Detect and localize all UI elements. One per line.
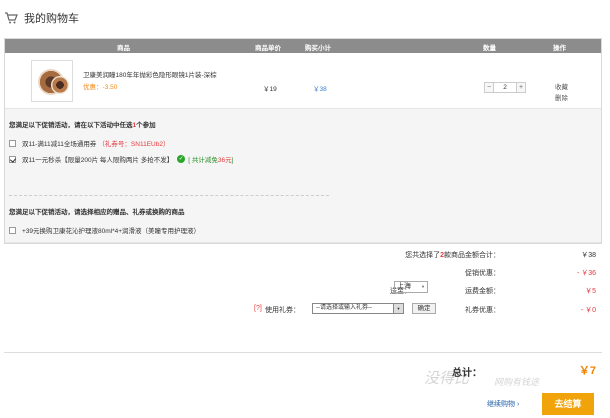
lens-image [51,76,69,94]
promo-option-label: +39元换购卫康花沁护理液80ml*4+润滑液（美瞳专用护理液） [22,228,201,235]
savings-amount: 36元 [217,157,232,164]
summary-coupon-discount: 礼券优惠： - ￥0 [0,305,610,317]
coupon-code: （礼券号：SN11EUb2） [98,141,170,148]
promo-title-text: 个参加 [136,122,156,129]
page-title: 我的购物车 [24,13,79,25]
product-price: ￥19 [263,86,277,93]
promo-checkbox[interactable] [9,139,16,147]
promo-checkbox[interactable] [9,155,16,163]
qty-input[interactable]: 2 [494,82,516,93]
check-circle-icon: ✓ [177,155,186,163]
product-subtotal: ￥38 [313,86,327,93]
divider [4,352,602,353]
summary-text: 您共选择了 [405,252,441,259]
promo-savings: [ 共计减免36元] [188,154,233,164]
page-header: 我的购物车 [4,8,79,28]
col-header-subtotal: 购买小计 [305,45,331,52]
favorite-link[interactable]: 收藏 [555,81,568,91]
summary-label: 促销优惠： [465,270,500,277]
quantity-stepper: − 2 + [484,82,526,93]
product-promo: 优惠：-3.50 [83,84,118,91]
savings-text: [ 共计减免 [188,157,218,164]
summary-shipping: 运费金额： ￥5 [0,286,610,298]
promo-option-coupon[interactable]: 双11-满11减11全场通用券 （礼券号：SN11EUb2） [9,138,169,148]
summary-value: - ￥36 [576,270,596,277]
qty-decrease-button[interactable]: − [484,82,494,93]
col-header-price: 商品单价 [255,45,281,52]
promo-option-flash-sale[interactable]: 双11一元秒杀【限量200片 每人限购两片 多抢不发】 ✓ [ 共计减免36元] [9,154,233,164]
cart-table: 商品 商品单价 购买小计 数量 操作 卫康美润瞳180年年抛彩色隐形眼镜1片装-… [4,38,602,244]
product-name-link[interactable]: 卫康美润瞳180年年抛彩色隐形眼镜1片装-深棕 [83,69,243,79]
promo-title-text: 您满足以下促销活动，请在以下活动中任选 [9,122,133,129]
col-header-product: 商品 [117,45,130,52]
promo-checkbox[interactable] [9,226,16,234]
promo-option-addon[interactable]: +39元换购卫康花沁护理液80ml*4+润滑液（美瞳专用护理液） [9,225,200,235]
promo-section-title: 您满足以下促销活动，请在以下活动中任选1个参加 [9,119,156,129]
total-label: 总计： [452,368,482,379]
promo-option-label: 双11一元秒杀【限量200片 每人限购两片 多抢不发】 [22,157,174,164]
cart-item-row: 卫康美润瞳180年年抛彩色隐形眼镜1片装-深棕 优惠：-3.50 ￥19 ￥38… [5,53,601,109]
total-value: ￥7 [578,365,596,377]
qty-increase-button[interactable]: + [516,82,526,93]
promo-gift-title: 您满足以下促销活动，请选择相应的赠品、礼券或换购的商品 [9,209,185,216]
cart-icon [5,12,18,24]
summary-label: 礼券优惠： [465,307,500,314]
col-header-actions: 操作 [553,45,566,52]
promo-option-label: 双11-满11减11全场通用券 [22,141,97,148]
summary-label: 运费金额： [465,288,500,295]
summary-selected: 您共选择了2款商品金额合计： ￥38 [0,250,610,262]
summary-value: - ￥0 [580,307,596,314]
summary-text: 款商品金额合计： [444,252,500,259]
product-thumbnail[interactable] [31,60,73,102]
divider [9,195,329,196]
col-header-qty: 数量 [483,45,496,52]
delete-link[interactable]: 删除 [555,92,568,102]
watermark: 网购有钱途 [494,377,540,387]
table-header: 商品 商品单价 购买小计 数量 操作 [5,39,601,53]
summary-value: ￥38 [581,252,596,259]
savings-text: ] [231,157,234,164]
continue-shopping-link[interactable]: 继续购物 › [487,399,519,409]
checkout-button[interactable]: 去结算 [542,393,594,415]
promotion-panel: 您满足以下促销活动，请在以下活动中任选1个参加 双11-满11减11全场通用券 … [5,109,601,243]
summary-value: ￥5 [585,288,596,295]
summary-label: 您共选择了2款商品金额合计： [405,250,500,260]
summary-discount: 促销优惠： - ￥36 [0,268,610,280]
